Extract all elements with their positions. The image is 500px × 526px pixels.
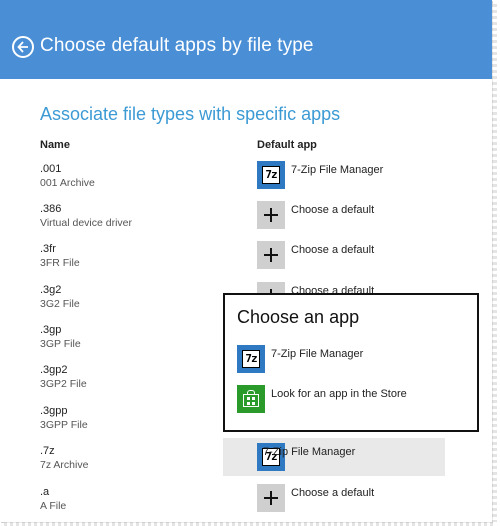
header-bar: Choose default apps by file type (0, 0, 492, 79)
default-app-button-386[interactable]: Choose a default (257, 201, 374, 229)
file-extension: .3fr (40, 243, 56, 255)
file-type-row-386: .386 Virtual device driver (40, 203, 132, 230)
plus-icon (257, 484, 285, 512)
file-extension: .3gp2 (40, 364, 68, 376)
file-extension: .a (40, 486, 50, 498)
torn-edge-right (492, 4, 497, 522)
file-type-row-a: .a A File (40, 486, 66, 513)
file-type-row-7z: .7z 7z Archive (40, 445, 88, 472)
default-app-label: 7-Zip File Manager (263, 446, 356, 458)
file-type-row-001: .001 001 Archive (40, 163, 95, 190)
file-extension: .7z (40, 445, 55, 457)
column-header-default-app: Default app (257, 139, 317, 151)
file-type-description: 3GPP File (40, 419, 88, 431)
section-title: Associate file types with specific apps (40, 104, 341, 124)
default-app-label: Choose a default (291, 204, 375, 216)
file-type-description: 3FR File (40, 257, 80, 269)
file-extension: .3g2 (40, 284, 62, 296)
file-type-description: A File (40, 500, 67, 512)
file-extension: .386 (40, 203, 62, 215)
7zip-icon: 7z (237, 345, 265, 373)
plus-icon (257, 241, 285, 269)
store-icon (237, 385, 265, 413)
file-type-description: Virtual device driver (40, 217, 133, 229)
7zip-icon: 7z (257, 161, 285, 189)
popup-title: Choose an app (237, 307, 360, 327)
settings-window: Choose default apps by file type Associa… (0, 0, 492, 522)
popup-item-label: 7-Zip File Manager (271, 348, 364, 360)
popup-item-label: Look for an app in the Store (271, 388, 407, 400)
back-button[interactable] (12, 36, 34, 58)
file-type-row-3gp2: .3gp2 3GP2 File (40, 364, 87, 391)
file-type-description: 3GP2 File (40, 378, 87, 390)
file-extension: .3gp (40, 324, 62, 336)
torn-edge-bottom (4, 522, 496, 526)
file-extension: .3gpp (40, 405, 68, 417)
file-type-description: 3G2 File (40, 298, 80, 310)
file-type-description: 3GP File (40, 338, 81, 350)
default-app-label: Choose a default (291, 244, 375, 256)
default-app-button-3fr[interactable]: Choose a default (257, 241, 374, 269)
default-app-label: 7-Zip File Manager (291, 164, 384, 176)
plus-icon (257, 201, 285, 229)
file-type-row-3fr: .3fr 3FR File (40, 243, 80, 270)
file-type-row-3g2: .3g2 3G2 File (40, 284, 80, 311)
default-app-button-7z[interactable]: 7z 7-Zip File Manager (223, 438, 445, 476)
default-app-label: Choose a default (291, 487, 375, 499)
file-extension: .001 (40, 163, 62, 175)
popup-item-store[interactable]: Look for an app in the Store (237, 385, 467, 413)
default-app-button-001[interactable]: 7z 7-Zip File Manager (257, 161, 383, 189)
column-header-name: Name (40, 139, 70, 151)
file-type-row-3gp: .3gp 3GP File (40, 324, 81, 351)
default-app-button-a[interactable]: Choose a default (257, 484, 374, 512)
file-type-description: 001 Archive (40, 177, 95, 189)
page-title: Choose default apps by file type (40, 35, 314, 56)
popup-item-7zip[interactable]: 7z 7-Zip File Manager (237, 345, 467, 373)
back-arrow-icon (17, 41, 28, 53)
file-type-description: 7z Archive (40, 459, 89, 471)
choose-app-popup: Choose an app 7z 7-Zip File Manager Look… (223, 293, 479, 432)
file-type-row-3gpp: .3gpp 3GPP File (40, 405, 88, 432)
